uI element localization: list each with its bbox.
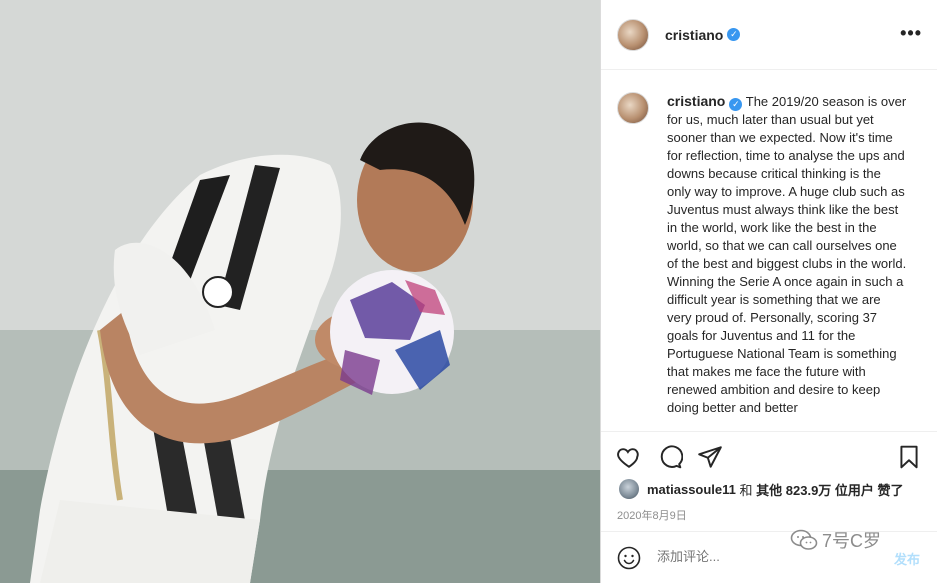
heart-icon[interactable] <box>616 444 642 470</box>
verified-badge-icon: ✓ <box>727 28 741 41</box>
post-header: cristiano ✓ ••• <box>601 0 937 70</box>
author-avatar[interactable] <box>617 18 649 51</box>
caption-author-username[interactable]: cristiano <box>667 93 725 109</box>
more-options-icon[interactable]: ••• <box>900 24 922 42</box>
caption-section: cristiano ✓ The 2019/20 season is over fo… <box>601 70 937 431</box>
watermark-text: 7号C罗 <box>822 531 882 551</box>
likes-others-link[interactable]: 其他 823.9万 位用户 <box>756 480 874 499</box>
caption-verified-badge-icon: ✓ <box>729 98 743 111</box>
author-username[interactable]: cristiano <box>665 27 723 43</box>
share-icon[interactable] <box>697 444 723 470</box>
post-photo[interactable] <box>0 0 600 583</box>
wechat-logo-icon <box>790 529 818 550</box>
likes-connector: 和 <box>739 482 753 498</box>
post-date[interactable]: 2020年8月9日 <box>617 507 687 523</box>
add-comment-bar: 发布 <box>601 531 937 583</box>
emoji-icon[interactable] <box>617 546 641 570</box>
comment-icon[interactable] <box>657 444 683 470</box>
liker-username[interactable]: matiassoule11 <box>647 482 736 497</box>
caption-author-avatar[interactable] <box>617 92 649 124</box>
likes-suffix: 赞了 <box>877 482 904 498</box>
caption-text-block: cristiano ✓ The 2019/20 season is over fo… <box>667 92 907 431</box>
post-comment-button[interactable]: 发布 <box>894 549 920 568</box>
watermark: 7号C罗 <box>790 527 881 553</box>
bookmark-icon[interactable] <box>896 444 922 470</box>
likes-summary: matiassoule11 和 其他 823.9万 位用户 赞了 <box>619 479 904 499</box>
caption-text: The 2019/20 season is over for us, much … <box>667 94 907 415</box>
action-bar <box>601 431 937 481</box>
post-details-panel: cristiano ✓ ••• cristiano ✓ The 2019/20 s… <box>600 0 937 583</box>
liker-avatar[interactable] <box>619 479 639 499</box>
player-kissing-ball-image <box>0 0 600 583</box>
